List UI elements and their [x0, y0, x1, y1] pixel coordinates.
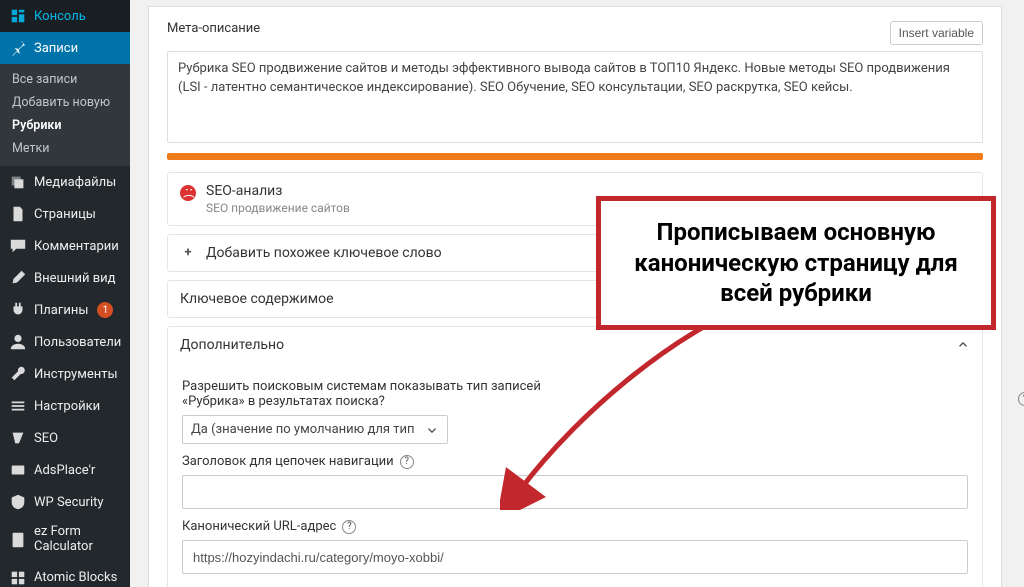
chevron-up-icon	[956, 338, 970, 352]
sidebar-item-ezform[interactable]: ez Form Calculator	[0, 518, 130, 562]
sidebar-item-plugins[interactable]: Плагины 1	[0, 294, 130, 326]
sidebar-label: Комментарии	[34, 239, 119, 254]
main-content: Мета-описание Insert variable SEO-анализ…	[130, 0, 1024, 587]
accordion-advanced: Дополнительно Разрешить поисковым систем…	[167, 326, 983, 587]
sidebar-item-settings[interactable]: Настройки	[0, 390, 130, 422]
sidebar-sub-categories[interactable]: Рубрики	[0, 114, 130, 137]
shield-icon	[9, 493, 27, 511]
sidebar-label: Внешний вид	[34, 271, 116, 286]
sidebar-label: ez Form Calculator	[34, 525, 122, 555]
sidebar-item-console[interactable]: Консоль	[0, 0, 130, 32]
accordion-subtitle: SEO продвижение сайтов	[206, 201, 350, 215]
field-label-canonical: Канонический URL-адрес	[182, 519, 336, 534]
meta-desc-textarea[interactable]	[167, 51, 983, 143]
sidebar-item-pages[interactable]: Страницы	[0, 198, 130, 230]
sidebar-posts-submenu: Все записи Добавить новую Рубрики Метки	[0, 64, 130, 166]
sidebar-label: AdsPlace'r	[34, 463, 95, 478]
meta-desc-label: Мета-описание	[167, 21, 260, 36]
comment-icon	[9, 237, 27, 255]
wrench-icon	[9, 365, 27, 383]
sidebar-item-adsplacer[interactable]: AdsPlace'r	[0, 454, 130, 486]
sidebar-sub-all-posts[interactable]: Все записи	[0, 68, 130, 91]
sliders-icon	[9, 397, 27, 415]
accordion-title: Дополнительно	[180, 337, 284, 353]
sidebar-label: Пользователи	[34, 335, 121, 350]
accordion-advanced-toggle[interactable]: Дополнительно	[168, 327, 982, 363]
brush-icon	[9, 269, 27, 287]
sidebar-item-comments[interactable]: Комментарии	[0, 230, 130, 262]
plus-icon: +	[180, 245, 196, 260]
sidebar-label: Страницы	[34, 207, 96, 222]
sidebar-label: Консоль	[34, 9, 86, 24]
sidebar-label: Инструменты	[34, 367, 118, 382]
select-value: Да (значение по умолчанию для тип	[191, 422, 415, 437]
sidebar-label: Плагины	[34, 303, 88, 318]
sidebar-item-wpsecurity[interactable]: WP Security	[0, 486, 130, 518]
field-label-noindex: Разрешить поисковым системам показывать …	[182, 379, 562, 409]
sidebar-item-appearance[interactable]: Внешний вид	[0, 262, 130, 294]
sidebar-sub-tags[interactable]: Метки	[0, 137, 130, 160]
breadcrumb-input[interactable]	[182, 475, 968, 509]
accordion-title: Добавить похожее ключевое слово	[206, 245, 442, 261]
calculator-icon	[9, 531, 27, 549]
sidebar-item-users[interactable]: Пользователи	[0, 326, 130, 358]
media-icon	[9, 173, 27, 191]
help-icon[interactable]: ?	[400, 455, 414, 469]
sidebar-label: Настройки	[34, 399, 100, 414]
annotation-callout: Прописываем основную каноническую страни…	[596, 196, 996, 330]
chevron-down-icon	[425, 423, 439, 437]
sad-face-icon	[180, 185, 196, 201]
yoast-icon	[9, 429, 27, 447]
user-icon	[9, 333, 27, 351]
sidebar-label: Записи	[34, 41, 78, 56]
pin-icon	[9, 39, 27, 57]
canonical-url-input[interactable]	[182, 540, 968, 574]
sidebar-item-tools[interactable]: Инструменты	[0, 358, 130, 390]
sidebar-item-seo[interactable]: SEO	[0, 422, 130, 454]
sidebar-label: Медиафайлы	[34, 175, 116, 190]
plugins-update-badge: 1	[97, 302, 113, 318]
sidebar-label: SEO	[34, 431, 58, 446]
ads-icon	[9, 461, 27, 479]
sidebar-item-media[interactable]: Медиафайлы	[0, 166, 130, 198]
help-icon[interactable]: ?	[342, 520, 356, 534]
accordion-title: SEO-анализ	[206, 183, 350, 199]
noindex-select[interactable]: Да (значение по умолчанию для тип	[182, 415, 448, 444]
help-icon[interactable]: ?	[1018, 392, 1024, 406]
meta-desc-length-bar	[167, 153, 983, 160]
sidebar-label: WP Security	[34, 495, 104, 510]
sidebar-item-atomicblocks[interactable]: Atomic Blocks	[0, 562, 130, 587]
sidebar-label: Atomic Blocks	[34, 570, 117, 585]
page-icon	[9, 205, 27, 223]
accordion-title: Ключевое содержимое	[180, 291, 334, 307]
dashboard-icon	[9, 7, 27, 25]
plug-icon	[9, 301, 27, 319]
field-label-breadcrumb: Заголовок для цепочек навигации	[182, 454, 394, 469]
admin-sidebar: Консоль Записи Все записи Добавить новую…	[0, 0, 130, 587]
sidebar-item-posts[interactable]: Записи	[0, 32, 130, 64]
blocks-icon	[9, 569, 27, 587]
sidebar-sub-add-new[interactable]: Добавить новую	[0, 91, 130, 114]
insert-variable-button[interactable]: Insert variable	[890, 21, 983, 45]
